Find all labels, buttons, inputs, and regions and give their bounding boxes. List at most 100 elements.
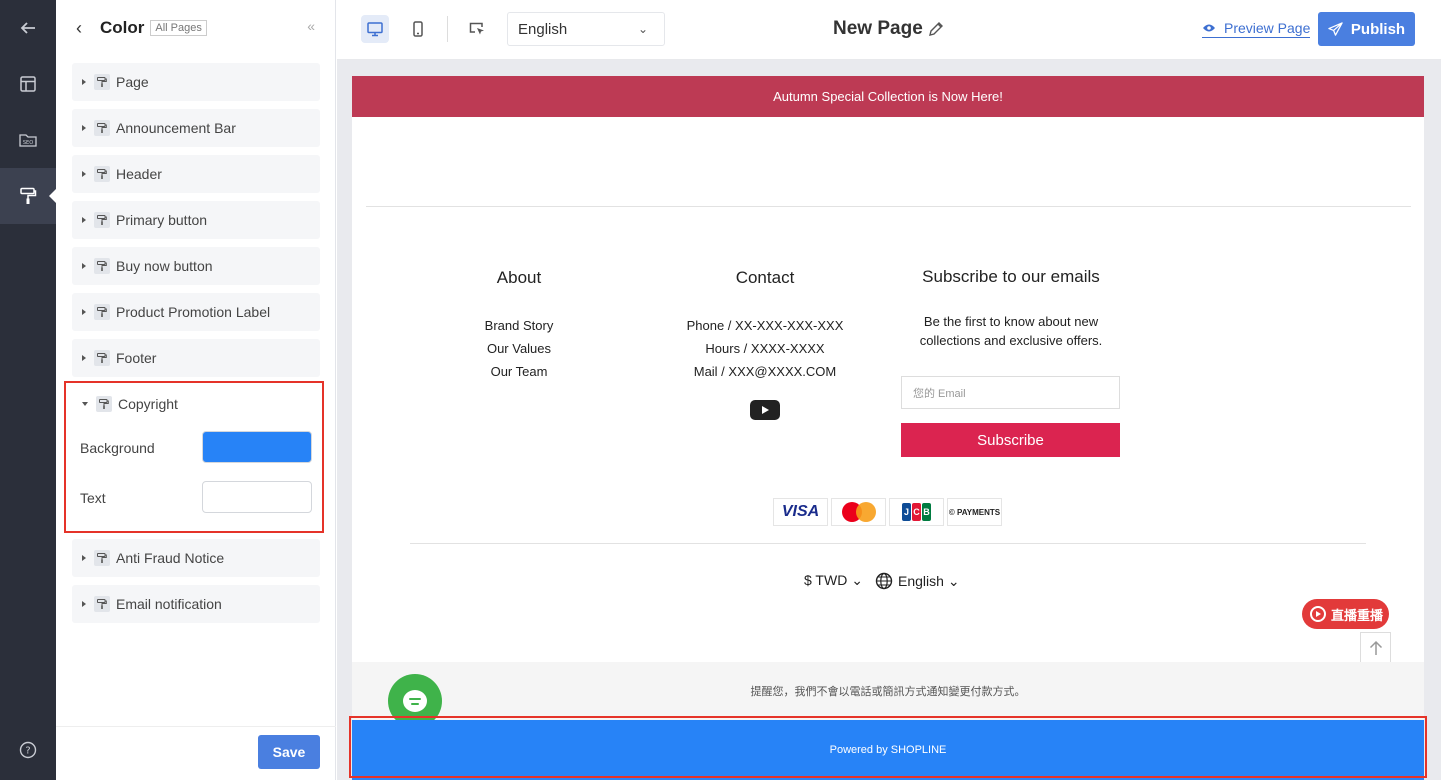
- svg-text:SEO: SEO: [23, 140, 33, 146]
- currency-switcher[interactable]: $ TWD ⌄: [804, 572, 863, 589]
- desktop-view-button[interactable]: [361, 15, 389, 43]
- caret-right-icon: [82, 601, 86, 607]
- chevron-left-icon[interactable]: ‹: [76, 18, 100, 39]
- live-replay-label: 直播重播: [1331, 607, 1384, 623]
- group-label: Page: [116, 74, 149, 90]
- cpayments-text: © PAYMENTS: [948, 507, 1001, 517]
- preview-label: Preview Page: [1224, 20, 1311, 36]
- caret-right-icon: [82, 171, 86, 177]
- cursor-select-icon: [469, 22, 484, 35]
- globe-icon: [875, 572, 893, 590]
- eye-icon: [1203, 24, 1215, 32]
- preview-page-link[interactable]: Preview Page: [1202, 20, 1311, 38]
- collapse-panel-icon[interactable]: «: [307, 18, 315, 34]
- subscribe-button[interactable]: Subscribe: [901, 423, 1120, 457]
- group-header[interactable]: Header: [72, 155, 320, 193]
- preview-canvas: Autumn Special Collection is Now Here! A…: [337, 60, 1441, 780]
- publish-label: Publish: [1350, 20, 1406, 38]
- group-footer[interactable]: Footer: [72, 339, 320, 377]
- send-icon: [1328, 21, 1343, 36]
- play-circle-icon: [1310, 606, 1326, 622]
- live-replay-badge[interactable]: 直播重播: [1302, 599, 1389, 629]
- caret-right-icon: [82, 555, 86, 561]
- chevron-down-icon: ⌄: [637, 22, 648, 36]
- about-link[interactable]: Our Team: [459, 364, 579, 379]
- paint-roller-icon: [94, 120, 110, 136]
- scope-tag: All Pages: [150, 20, 207, 36]
- pencil-icon[interactable]: [927, 20, 945, 38]
- paint-roller-icon: [94, 166, 110, 182]
- about-link[interactable]: Brand Story: [459, 318, 579, 333]
- color-settings-panel: ‹ Color All Pages « Page Announcement Bar…: [56, 0, 336, 780]
- seo-folder-icon: SEO: [19, 134, 37, 147]
- chevron-down-icon: ⌄: [851, 572, 863, 588]
- caret-down-icon: [82, 402, 88, 406]
- jcb-letter: B: [922, 503, 931, 521]
- currency-value: $ TWD: [804, 572, 848, 588]
- toolbar-separator: [447, 16, 448, 42]
- group-label: Copyright: [118, 396, 178, 412]
- announcement-bar[interactable]: Autumn Special Collection is Now Here!: [352, 76, 1424, 117]
- jcb-logo: J C B: [889, 498, 944, 526]
- editor-topbar: English ⌄ New Page Preview Page Publish: [337, 0, 1441, 60]
- paint-roller-icon: [94, 304, 110, 320]
- mobile-icon: [413, 21, 423, 37]
- group-product-promotion-label[interactable]: Product Promotion Label: [72, 293, 320, 331]
- anti-fraud-notice: 提醒您，我們不會以電話或簡訊方式通知變更付款方式。: [352, 662, 1424, 720]
- mastercard-logo: [831, 498, 886, 526]
- paint-roller-icon: [96, 396, 112, 412]
- group-announcement-bar[interactable]: Announcement Bar: [72, 109, 320, 147]
- panel-title: Color: [100, 18, 145, 37]
- visa-text: VISA: [781, 503, 820, 520]
- back-button[interactable]: [0, 0, 56, 56]
- panel-footer: Save: [56, 726, 336, 780]
- group-buy-now-button[interactable]: Buy now button: [72, 247, 320, 285]
- group-page[interactable]: Page: [72, 63, 320, 101]
- copyright-bar-highlight: [349, 716, 1427, 778]
- inspect-button[interactable]: [463, 15, 491, 43]
- caret-right-icon: [82, 263, 86, 269]
- arrow-up-icon: [1369, 640, 1382, 655]
- caret-right-icon: [82, 309, 86, 315]
- rail-theme-button[interactable]: [0, 168, 57, 224]
- background-color-swatch[interactable]: [202, 431, 312, 463]
- paint-roller-icon: [20, 187, 37, 204]
- caret-right-icon: [82, 217, 86, 223]
- language-select[interactable]: English ⌄: [507, 12, 665, 46]
- group-email-notification[interactable]: Email notification: [72, 585, 320, 623]
- storefront-language-switcher[interactable]: English ⌄: [875, 572, 960, 590]
- paint-roller-icon: [94, 550, 110, 566]
- chat-bubble-icon: [403, 690, 427, 712]
- visa-logo: VISA: [773, 498, 828, 526]
- caret-right-icon: [82, 125, 86, 131]
- save-button[interactable]: Save: [258, 735, 320, 769]
- youtube-icon[interactable]: [750, 400, 780, 420]
- rail-seo-button[interactable]: SEO: [0, 112, 56, 168]
- group-copyright[interactable]: Copyright: [72, 385, 320, 423]
- rail-layout-button[interactable]: [0, 56, 56, 112]
- text-color-swatch[interactable]: [202, 481, 312, 513]
- group-primary-button[interactable]: Primary button: [72, 201, 320, 239]
- help-button[interactable]: ?: [0, 722, 56, 778]
- paint-roller-icon: [94, 350, 110, 366]
- page-title: New Page: [833, 18, 923, 39]
- text-label: Text: [80, 490, 106, 506]
- caret-right-icon: [82, 355, 86, 361]
- language-value: English: [518, 20, 568, 38]
- panel-header: ‹ Color All Pages: [56, 0, 335, 56]
- email-input[interactable]: 您的 Email: [901, 376, 1120, 409]
- jcb-letter: C: [912, 503, 921, 521]
- header-divider: [366, 206, 1411, 207]
- caret-right-icon: [82, 79, 86, 85]
- publish-button[interactable]: Publish: [1318, 12, 1415, 46]
- arrow-left-icon: [20, 22, 35, 34]
- group-anti-fraud-notice[interactable]: Anti Fraud Notice: [72, 539, 320, 577]
- footer-divider: [410, 543, 1366, 544]
- chevron-down-icon: ⌄: [947, 572, 960, 589]
- mobile-view-button[interactable]: [404, 15, 432, 43]
- contact-line: Hours / XXXX-XXXX: [705, 341, 825, 356]
- about-link[interactable]: Our Values: [459, 341, 579, 356]
- jcb-letter: J: [902, 503, 911, 521]
- back-to-top-button[interactable]: [1360, 632, 1391, 663]
- group-label: Footer: [116, 350, 157, 366]
